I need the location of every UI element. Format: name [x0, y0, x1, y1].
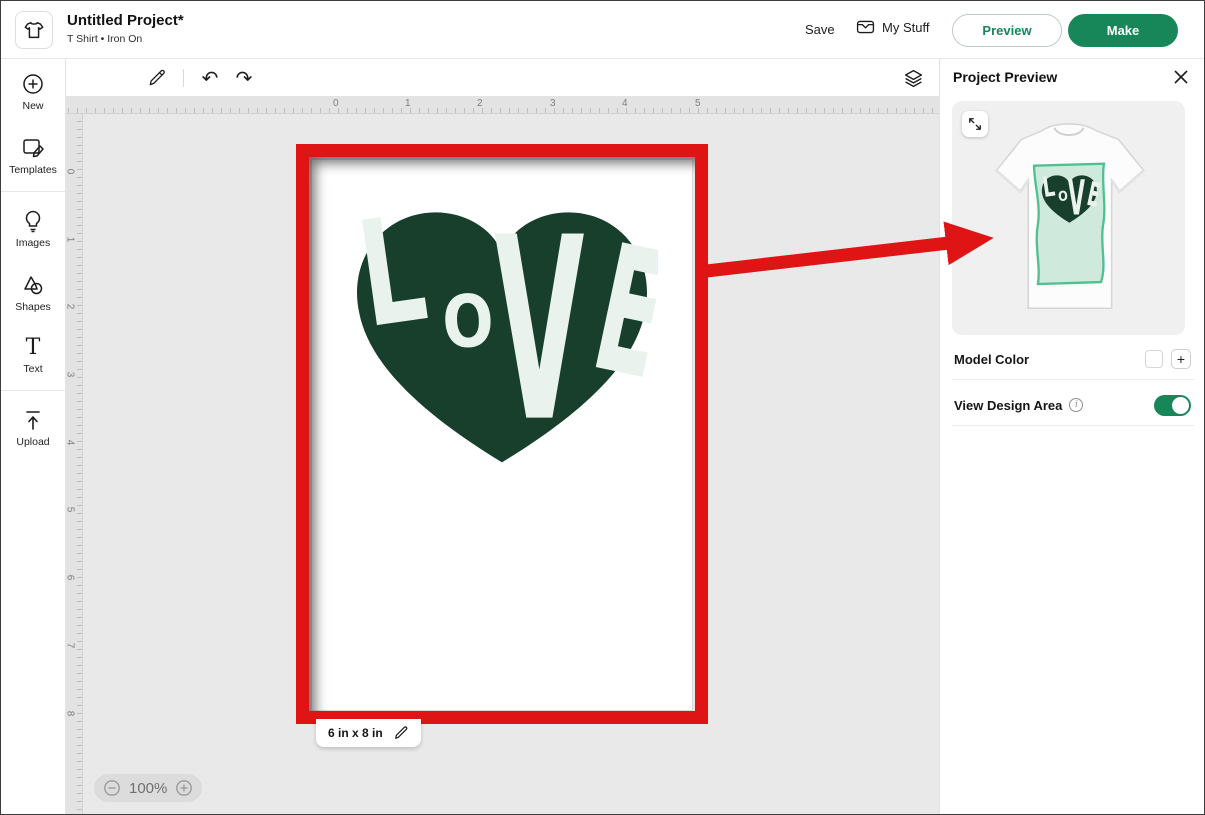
- layers-icon: [903, 68, 924, 89]
- sidebar-item-upload[interactable]: Upload: [1, 395, 65, 459]
- panel-divider: [952, 425, 1194, 426]
- tshirt-icon: [23, 19, 45, 41]
- plus-circle-icon: [21, 72, 45, 96]
- artboard[interactable]: [311, 159, 693, 711]
- sidebar-item-templates[interactable]: Templates: [1, 123, 65, 187]
- project-subtitle: T Shirt • Iron On: [67, 33, 142, 45]
- panel-divider: [952, 379, 1194, 380]
- redo-button[interactable]: ↷: [231, 65, 257, 91]
- project-title: Untitled Project*: [67, 12, 184, 29]
- sidebar-label-images: Images: [16, 237, 50, 249]
- sidebar-label-new: New: [22, 100, 43, 112]
- view-design-area-toggle[interactable]: [1154, 395, 1191, 416]
- sidebar-label-shapes: Shapes: [15, 301, 51, 313]
- toolbar-divider: [183, 69, 184, 87]
- sidebar-item-shapes[interactable]: Shapes: [1, 260, 65, 324]
- header-bar: Untitled Project* T Shirt • Iron On Save…: [1, 1, 1205, 59]
- vertical-ruler: 0 1 2 3 4 5 6 7 8: [66, 114, 83, 815]
- artboard-size-label: 6 in x 8 in: [328, 726, 383, 740]
- model-color-label: Model Color: [954, 352, 1029, 367]
- my-stuff-icon: [856, 19, 875, 35]
- project-type-button[interactable]: [15, 11, 53, 49]
- zoom-level: 100%: [129, 780, 167, 797]
- info-icon[interactable]: i: [1069, 398, 1083, 412]
- my-stuff-button[interactable]: My Stuff: [856, 19, 929, 35]
- h-ruler-label: 3: [550, 98, 556, 109]
- close-icon: [1172, 68, 1190, 86]
- sidebar-label-text: Text: [23, 363, 42, 375]
- sidebar-item-text[interactable]: T Text: [1, 324, 65, 386]
- redo-icon: ↷: [236, 66, 253, 91]
- cricut-design-space-window: Untitled Project* T Shirt • Iron On Save…: [0, 0, 1205, 815]
- model-color-row: Model Color +: [940, 341, 1205, 377]
- project-preview-panel: Project Preview Model Color +: [939, 59, 1205, 815]
- sidebar-item-images[interactable]: Images: [1, 196, 65, 260]
- tshirt-mockup: [972, 113, 1166, 325]
- love-heart-canvas[interactable]: [346, 202, 658, 474]
- minus-circle-icon: [103, 779, 121, 797]
- zoom-out-button[interactable]: [103, 779, 121, 797]
- design-canvas[interactable]: 6 in x 8 in 100%: [83, 114, 939, 815]
- upload-icon: [21, 408, 45, 432]
- h-ruler-label: 4: [622, 98, 628, 109]
- horizontal-ruler: 0 1 2 3 4 5: [66, 96, 939, 114]
- expand-preview-button[interactable]: [962, 111, 988, 137]
- shirt-preview-card: [952, 101, 1185, 335]
- sidebar-label-templates: Templates: [9, 164, 57, 176]
- sidebar-divider: [1, 390, 65, 391]
- preview-button[interactable]: Preview: [952, 14, 1062, 47]
- save-button[interactable]: Save: [805, 22, 835, 37]
- h-ruler-label: 0: [333, 98, 339, 109]
- add-model-color-button[interactable]: +: [1171, 349, 1191, 369]
- edit-pencil-button[interactable]: [144, 65, 170, 91]
- shapes-icon: [21, 273, 45, 297]
- text-icon: T: [26, 337, 41, 359]
- zoom-control: 100%: [94, 774, 202, 802]
- sidebar-divider: [1, 191, 65, 192]
- undo-icon: ↶: [202, 66, 219, 91]
- view-design-area-label: View Design Area: [954, 398, 1062, 413]
- plus-circle-icon: [175, 779, 193, 797]
- lightbulb-icon: [21, 209, 45, 233]
- h-ruler-label: 1: [405, 98, 411, 109]
- sidebar-label-upload: Upload: [16, 436, 49, 448]
- layers-button[interactable]: [900, 65, 926, 91]
- h-ruler-label: 5: [695, 98, 701, 109]
- model-color-swatch[interactable]: [1145, 350, 1163, 368]
- template-pencil-icon: [21, 136, 45, 160]
- toggle-knob: [1172, 397, 1189, 414]
- pencil-icon: [147, 68, 167, 88]
- make-button[interactable]: Make: [1068, 14, 1178, 47]
- my-stuff-label: My Stuff: [882, 20, 929, 35]
- expand-icon: [968, 117, 982, 131]
- view-design-area-row: View Design Area i: [940, 387, 1205, 423]
- canvas-toolbar: ↶ ↷: [66, 59, 939, 96]
- zoom-in-button[interactable]: [175, 779, 193, 797]
- undo-button[interactable]: ↶: [197, 65, 223, 91]
- sidebar-item-new[interactable]: New: [1, 59, 65, 123]
- pencil-icon: [393, 725, 409, 741]
- h-ruler-label: 2: [477, 98, 483, 109]
- panel-title: Project Preview: [953, 69, 1057, 85]
- left-sidebar: New Templates Images Shapes T: [1, 59, 66, 815]
- close-panel-button[interactable]: [1172, 68, 1190, 86]
- artboard-size-tab[interactable]: 6 in x 8 in: [316, 719, 421, 747]
